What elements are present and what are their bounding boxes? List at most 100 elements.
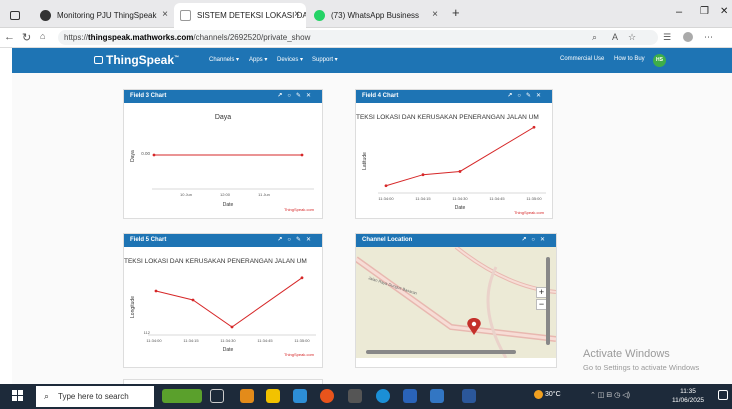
x-tick-label: 11:34:30 <box>220 338 236 343</box>
data-point[interactable] <box>421 173 425 177</box>
tab-actions-menu[interactable] <box>4 3 32 28</box>
url-field[interactable]: https://thingspeak.mathworks.com/channel… <box>58 30 658 45</box>
field3-chart: Daya Daya 0.00 10 Jun 12:00 11 Jun Date Th… <box>130 114 315 212</box>
edge-browser-icon[interactable] <box>376 389 390 403</box>
commercial-use-link[interactable]: Commercial Use <box>560 56 604 62</box>
comment-icon[interactable]: ○ <box>287 237 296 243</box>
channel-location-card: Channel Location ↗○✕ Jalan Raya Dungus B… <box>355 233 557 368</box>
data-point[interactable] <box>191 298 195 302</box>
map-vertical-scrollbar[interactable] <box>546 257 550 345</box>
field4-chart: TEKSI LOKASI DAN KERUSAKAN PENERANGAN JA… <box>356 114 546 215</box>
tab-monitoring[interactable]: Monitoring PJU ThingSpeak × <box>34 3 174 28</box>
series-line <box>385 126 535 187</box>
maximize-button[interactable]: ❐ <box>700 6 709 17</box>
weather-widget[interactable] <box>534 390 543 399</box>
chart-title: TEKSI LOKASI DAN KERUSAKAN PENERANGAN JA… <box>124 258 307 265</box>
nav-devices[interactable]: Devices ▾ <box>277 56 303 63</box>
data-point[interactable] <box>154 289 158 293</box>
minimize-button[interactable]: – <box>676 6 682 18</box>
clock-date: 11/06/2025 <box>672 397 705 404</box>
field5-chart: TEKSI LOKASI DAN KERUSAKAN PENERANGAN JA… <box>124 258 316 357</box>
external-link-icon[interactable]: ↗ <box>521 237 531 243</box>
external-link-icon[interactable]: ↗ <box>277 237 287 243</box>
news-widget-icon[interactable] <box>162 389 202 403</box>
data-point[interactable] <box>300 153 304 157</box>
read-aloud-icon[interactable]: A <box>612 32 618 42</box>
favorite-star-icon[interactable]: ☆ <box>628 32 636 43</box>
credit-link[interactable]: ThingSpeak.com <box>284 352 315 357</box>
data-point[interactable] <box>152 153 156 157</box>
user-avatar[interactable]: HS <box>653 54 666 67</box>
task-view-icon[interactable] <box>210 389 224 403</box>
windows-start-icon[interactable] <box>12 390 24 402</box>
card-title: Field 5 Chart <box>130 237 167 243</box>
nav-support[interactable]: Support ▾ <box>312 56 338 63</box>
thingspeak-favicon-icon <box>40 10 51 21</box>
comment-icon[interactable]: ○ <box>517 93 526 99</box>
data-point[interactable] <box>532 125 536 129</box>
external-link-icon[interactable]: ↗ <box>507 93 517 99</box>
collections-icon[interactable]: ☰ <box>663 32 671 43</box>
how-to-buy-link[interactable]: How to Buy <box>614 56 645 62</box>
data-point[interactable] <box>384 184 388 188</box>
external-link-icon[interactable]: ↗ <box>277 93 287 99</box>
comment-icon[interactable]: ○ <box>531 237 540 243</box>
search-placeholder: Type here to search <box>58 392 129 401</box>
home-icon[interactable]: ⌂ <box>40 31 45 41</box>
outlook-icon[interactable] <box>430 389 444 403</box>
refresh-icon[interactable]: ↻ <box>22 31 31 44</box>
nav-apps[interactable]: Apps ▾ <box>249 56 267 63</box>
photos-app-icon[interactable] <box>240 389 254 403</box>
word-icon[interactable] <box>462 389 476 403</box>
close-icon[interactable]: ✕ <box>306 237 316 243</box>
edit-icon[interactable]: ✎ <box>526 93 536 99</box>
search-icon[interactable]: ⌕ <box>592 32 597 43</box>
x-tick-label: 11:34:15 <box>183 338 199 343</box>
firefox-icon[interactable] <box>320 389 334 403</box>
file-explorer-icon[interactable] <box>266 389 280 403</box>
y-axis-label: Daya <box>130 150 136 162</box>
mail-app-icon[interactable] <box>293 389 307 403</box>
edit-icon[interactable]: ✎ <box>296 93 306 99</box>
card-title: Field 3 Chart <box>130 93 167 99</box>
credit-link[interactable]: ThingSpeak.com <box>514 210 545 215</box>
map-horizontal-scrollbar[interactable] <box>366 350 516 354</box>
tab-whatsapp[interactable]: (73) WhatsApp Business × <box>308 3 444 28</box>
calculator-icon[interactable] <box>348 389 362 403</box>
map-roads: Jalan Raya Dungus Basaran <box>356 247 556 358</box>
search-icon: ⌕ <box>44 391 50 401</box>
store-app-icon[interactable] <box>403 389 417 403</box>
close-icon[interactable]: × <box>432 9 438 20</box>
tab-label: (73) WhatsApp Business <box>331 11 420 20</box>
notifications-icon[interactable] <box>718 390 728 400</box>
close-icon[interactable]: ✕ <box>540 237 550 243</box>
clock[interactable]: 11:35 11/06/2025 <box>672 387 704 405</box>
close-icon[interactable]: × <box>162 9 168 20</box>
profile-icon[interactable] <box>683 32 693 42</box>
location-map[interactable]: Jalan Raya Dungus Basaran + − <box>356 247 556 358</box>
close-icon[interactable]: ✕ <box>536 93 546 99</box>
back-arrow-icon[interactable]: ← <box>4 31 15 43</box>
data-point[interactable] <box>458 170 462 173</box>
x-axis-label: Date <box>455 205 466 211</box>
system-tray-icons[interactable]: ⌃ ◫ ⊟ ◷ ◁) <box>590 391 630 399</box>
comment-icon[interactable]: ○ <box>287 93 296 99</box>
activate-windows-title: Activate Windows <box>583 348 670 360</box>
x-axis-label: Date <box>223 202 234 208</box>
taskbar-search-input[interactable]: ⌕ Type here to search <box>36 386 154 407</box>
edit-icon[interactable]: ✎ <box>296 237 306 243</box>
data-point[interactable] <box>300 276 304 280</box>
new-tab-button[interactable]: + <box>452 5 460 20</box>
credit-link[interactable]: ThingSpeak.com <box>284 207 315 212</box>
close-window-button[interactable]: ✕ <box>720 6 728 17</box>
data-point[interactable] <box>230 325 234 329</box>
thingspeak-logo[interactable]: ThingSpeak™ <box>94 53 179 67</box>
x-tick-label: 11:34:15 <box>415 196 431 201</box>
close-icon[interactable]: × <box>294 9 300 20</box>
more-menu-icon[interactable]: ⋯ <box>704 32 713 43</box>
close-icon[interactable]: ✕ <box>306 93 316 99</box>
tab-sistem-deteksi[interactable]: SISTEM DETEKSI LOKASI DAN KE × <box>174 3 306 28</box>
card-header: Field 4 Chart ↗○✎✕ <box>356 90 552 103</box>
browser-tab-strip: Monitoring PJU ThingSpeak × SISTEM DETEK… <box>0 0 732 28</box>
nav-channels[interactable]: Channels ▾ <box>209 56 239 63</box>
